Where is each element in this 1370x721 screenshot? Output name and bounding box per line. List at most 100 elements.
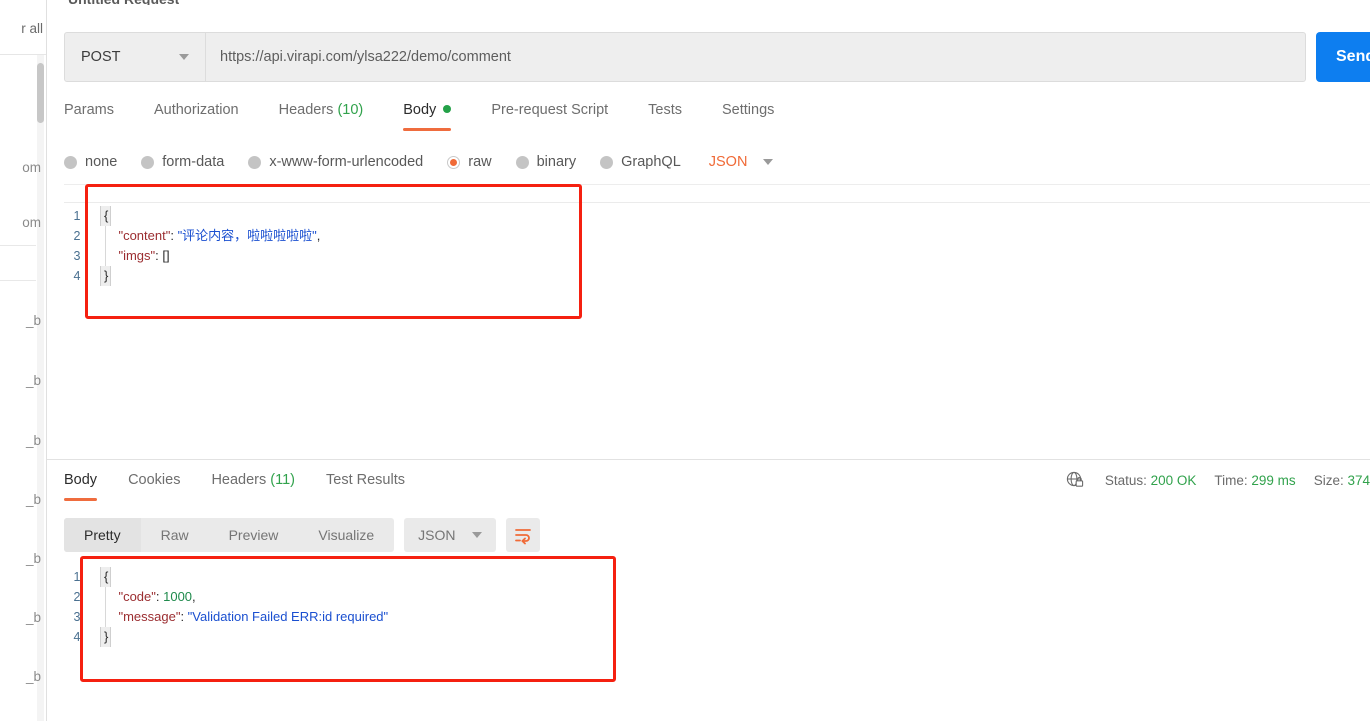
tab-label: Tests: [648, 102, 683, 118]
tab-label: Pre-request Script: [491, 102, 609, 118]
request-tab-tests[interactable]: Tests: [648, 98, 682, 131]
sidebar-item-fragment[interactable]: _b: [26, 669, 41, 684]
request-format-selector[interactable]: JSON: [709, 154, 774, 170]
body-type-radio-raw[interactable]: raw: [447, 154, 492, 170]
sidebar-item-fragment[interactable]: _b: [26, 492, 41, 507]
body-type-radio-graphql[interactable]: GraphQL: [600, 154, 681, 170]
radio-label: x-www-form-urlencoded: [269, 154, 424, 170]
sidebar-item-fragment[interactable]: om: [22, 215, 41, 230]
send-button[interactable]: Send: [1316, 32, 1370, 82]
response-view-visualize[interactable]: Visualize: [298, 518, 394, 552]
response-tab-cookies[interactable]: Cookies: [128, 468, 180, 501]
request-format-label: JSON: [708, 154, 748, 170]
tab-label: Body: [64, 472, 98, 488]
chevron-down-icon: [179, 54, 189, 60]
sidebar-item-fragment[interactable]: _b: [26, 610, 41, 625]
tab-label: Settings: [722, 102, 775, 118]
radio-icon: [64, 155, 77, 169]
request-tabs: Params Authorization Headers (10) Body Pre-r…: [64, 98, 1370, 136]
line-number: 4: [73, 269, 81, 283]
body-type-radio-form-data[interactable]: form-data: [141, 154, 224, 170]
response-view-preview[interactable]: Preview: [209, 518, 299, 552]
code-token: "message": [118, 609, 181, 624]
code-text: "message": "Validation Failed ERR:id req…: [104, 607, 388, 627]
sidebar-item-fragment[interactable]: _b: [26, 433, 41, 448]
pane-divider: [47, 459, 1370, 460]
sidebar-item-fragment[interactable]: om: [22, 160, 41, 175]
chevron-down-icon: [763, 159, 774, 165]
code-token: :: [180, 609, 188, 624]
code-token: "imgs": [118, 248, 156, 263]
url-input[interactable]: https://api.virapi.com/ylsa222/demo/comm…: [206, 33, 1305, 81]
code-token: "code": [118, 589, 156, 604]
tab-count: (10): [333, 102, 364, 118]
sidebar-list[interactable]: omom_b_b_b_b_b_b_b_b: [0, 55, 47, 721]
request-pane: Untitled Request POST https://api.virapi…: [47, 0, 1370, 721]
size-label: Size:: [1313, 472, 1344, 488]
line-number: 2: [73, 229, 81, 243]
line-number: 3: [73, 249, 81, 263]
response-body-editor[interactable]: 1 {2 "code": 1000, 3 "message": "Validatio…: [64, 556, 1370, 721]
response-view-pretty[interactable]: Pretty: [64, 518, 141, 552]
body-type-radio-x-www-form-urlencoded[interactable]: x-www-form-urlencoded: [248, 154, 423, 170]
sidebar-header-label: r all: [21, 21, 43, 36]
line-number: 1: [73, 209, 81, 223]
response-view-toolbar: Pretty Raw Preview Visualize JSON: [64, 518, 540, 552]
radio-label: raw: [468, 154, 492, 170]
sidebar-item-fragment[interactable]: _b: [26, 313, 41, 328]
size-value: 374: [1347, 472, 1370, 488]
globe-lock-icon: [1065, 470, 1085, 490]
body-type-radio-binary[interactable]: binary: [515, 154, 576, 170]
wrap-lines-button[interactable]: [505, 518, 540, 552]
body-type-radio-none[interactable]: none: [64, 154, 117, 170]
send-button-wrap: Send: [1316, 32, 1370, 82]
radio-icon: [515, 155, 529, 169]
request-title: Untitled Request: [68, 0, 179, 5]
response-tab-headers[interactable]: Headers (11): [211, 468, 295, 501]
response-tab-test-results[interactable]: Test Results: [326, 468, 405, 501]
code-token: {: [104, 208, 109, 223]
request-tab-params[interactable]: Params: [64, 98, 114, 131]
code-text: }: [104, 627, 108, 647]
body-type-radio-group: none form-data x-www-form-urlencoded raw bin…: [64, 148, 774, 176]
tab-label: Body: [403, 102, 437, 118]
tab-count: (11): [266, 472, 296, 488]
radio-label: form-data: [162, 154, 225, 170]
code-token: "content": [118, 228, 171, 243]
status-indicator: Status: 200 OK: [1105, 473, 1197, 488]
request-tab-body[interactable]: Body: [403, 98, 452, 131]
response-tab-body[interactable]: Body: [64, 468, 98, 501]
response-view-modes: Pretty Raw Preview Visualize: [64, 518, 395, 552]
request-body-editor[interactable]: 1 {2 "content": "评论内容，啦啦啦啦啦", 3 "imgs": []…: [64, 184, 1370, 459]
code-token: :: [170, 228, 178, 243]
status-label: Status:: [1104, 472, 1147, 488]
code-token: []: [162, 248, 170, 263]
tab-label: Test Results: [326, 472, 405, 488]
radio-icon: [600, 155, 614, 169]
request-tab-authorization[interactable]: Authorization: [154, 98, 239, 131]
body-present-dot-icon: [443, 105, 452, 113]
tab-label: Cookies: [128, 472, 181, 488]
response-format-selector[interactable]: JSON: [404, 518, 496, 552]
radio-icon: [447, 155, 461, 169]
code-token: "评论内容，啦啦啦啦啦": [177, 228, 317, 243]
response-view-raw[interactable]: Raw: [141, 518, 209, 552]
tab-label: Params: [64, 102, 114, 118]
response-format-label: JSON: [418, 527, 456, 543]
tab-label: Headers: [278, 102, 334, 118]
sidebar-item-fragment[interactable]: _b: [26, 373, 41, 388]
request-tab-pre-request-script[interactable]: Pre-request Script: [491, 98, 608, 131]
request-tab-settings[interactable]: Settings: [722, 98, 774, 131]
code-text: {: [104, 567, 108, 587]
request-tab-headers[interactable]: Headers (10): [279, 98, 364, 131]
tab-label: Headers: [211, 472, 267, 488]
radio-icon: [141, 155, 155, 169]
method-selector[interactable]: POST: [65, 33, 206, 81]
code-token: {: [104, 569, 109, 584]
size-indicator: Size: 374: [1314, 473, 1370, 488]
postman-window: r all omom_b_b_b_b_b_b_b_b Untitled Requ…: [0, 0, 1370, 721]
sidebar-item-fragment[interactable]: _b: [26, 551, 41, 566]
sidebar-scrollbar-thumb[interactable]: [37, 63, 44, 123]
